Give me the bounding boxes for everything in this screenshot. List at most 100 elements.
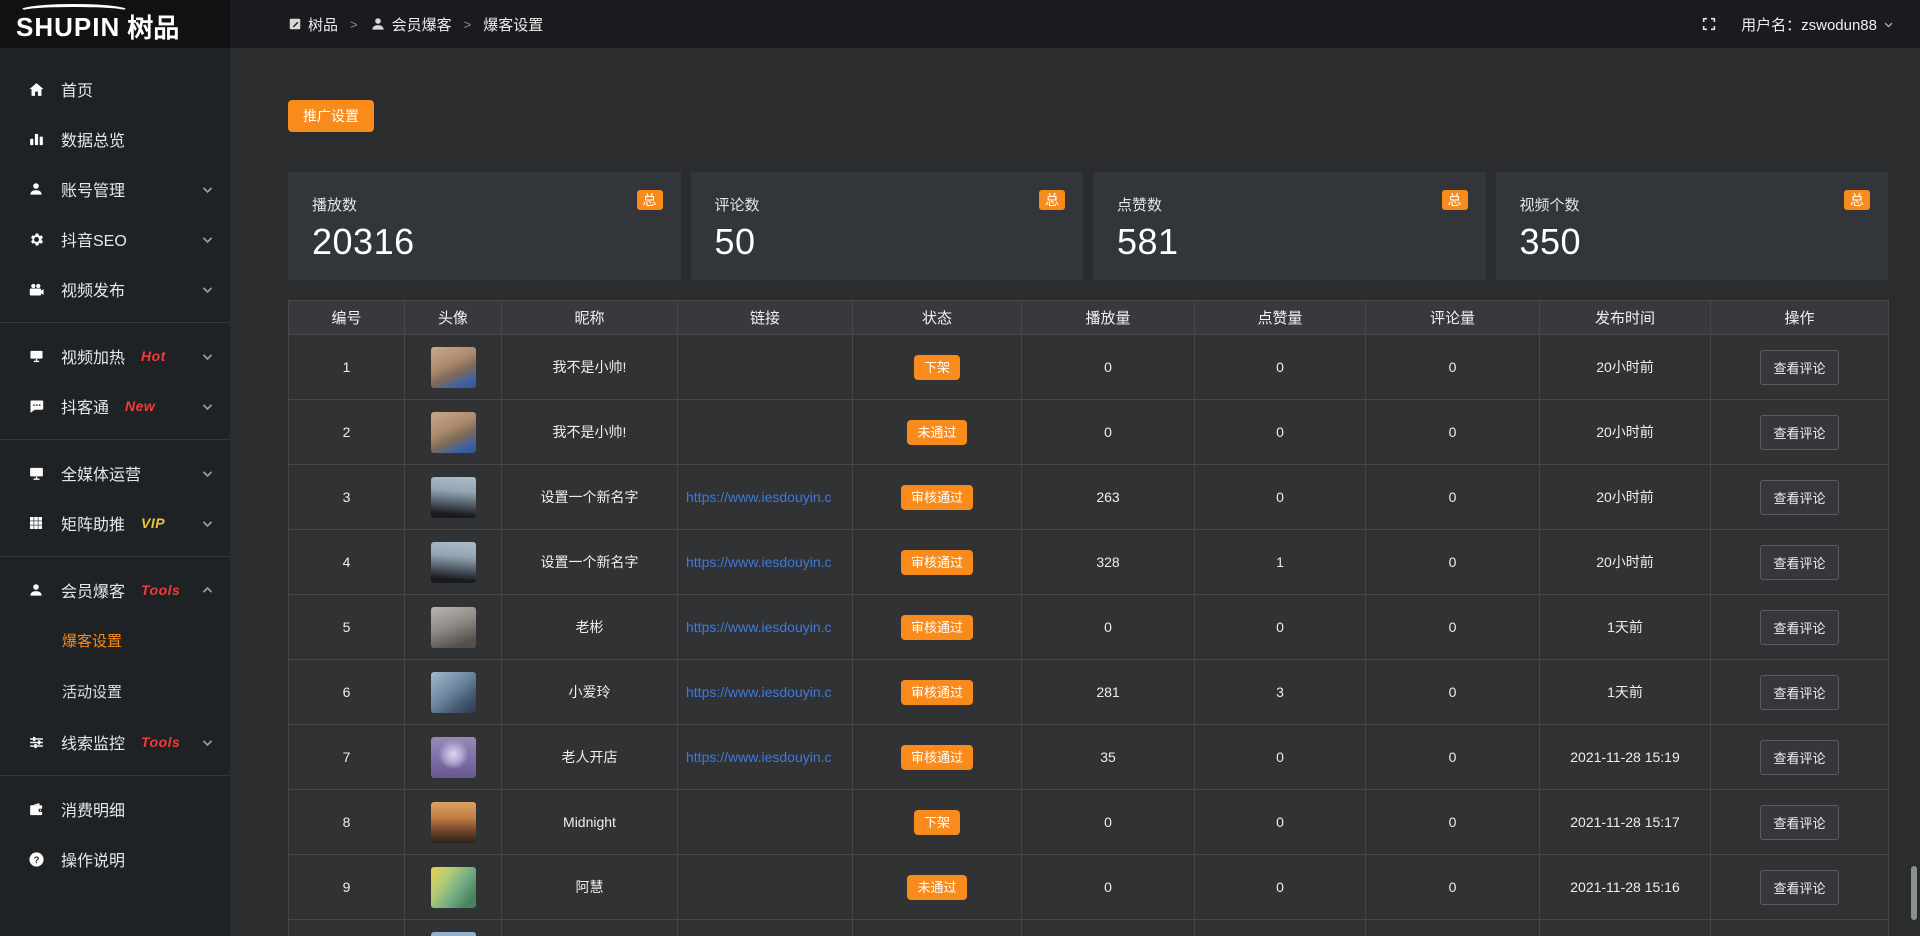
cell-avatar (405, 465, 502, 530)
view-comments-button[interactable]: 查看评论 (1760, 805, 1838, 840)
cell-nickname: 老人开店 (502, 725, 678, 790)
sidebar-item-account-management[interactable]: 账号管理 (0, 164, 230, 214)
sidebar-item-douketong[interactable]: 抖客通New (0, 381, 230, 431)
fullscreen-icon[interactable] (1701, 16, 1717, 32)
sidebar-item-video-heat[interactable]: 视频加热Hot (0, 331, 230, 381)
view-comments-button[interactable]: 查看评论 (1760, 415, 1838, 450)
video-icon (26, 281, 46, 298)
breadcrumb-label: 会员爆客 (392, 14, 452, 35)
cell-plays: 0 (1022, 595, 1195, 660)
cell-status: 审核通过 (853, 465, 1022, 530)
table-row: 1我不是小帅!下架00020小时前查看评论 (289, 335, 1889, 400)
chevron-down-icon (201, 350, 214, 363)
sidebar-item-media-operation[interactable]: 全媒体运营 (0, 448, 230, 498)
view-comments-button[interactable]: 查看评论 (1760, 545, 1838, 580)
cell-nickname: 小爱玲 (502, 660, 678, 725)
sidebar-subitem-label: 爆客设置 (62, 630, 122, 651)
sidebar-subitem-baoke-settings[interactable]: 爆客设置 (0, 615, 230, 666)
cell-comments (1366, 920, 1540, 936)
column-header: 头像 (405, 301, 502, 335)
chevron-down-icon (201, 283, 214, 296)
cell-nickname: Midnight (502, 790, 678, 855)
cell-action: 查看评论 (1711, 335, 1889, 400)
sidebar-item-data-overview[interactable]: 数据总览 (0, 114, 230, 164)
table-row: 5老彬https://www.iesdouyin.c审核通过0001天前查看评论 (289, 595, 1889, 660)
cell-link: https://www.iesdouyin.c (678, 725, 853, 790)
question-icon: ? (26, 851, 46, 868)
sidebar-item-label: 视频发布 (61, 277, 125, 301)
sidebar-item-home[interactable]: 首页 (0, 64, 230, 114)
logo-arc-icon (18, 4, 130, 18)
sidebar-item-label: 首页 (61, 77, 93, 101)
cell-comments: 0 (1366, 530, 1540, 595)
cell-id: 7 (289, 725, 405, 790)
sidebar-item-operation-guide[interactable]: ? 操作说明 (0, 834, 230, 884)
profile-link[interactable]: https://www.iesdouyin.c (686, 554, 832, 570)
table-row (289, 920, 1889, 936)
username-menu[interactable]: 用户名：zswodun88 (1741, 14, 1894, 35)
breadcrumb-item-shupin[interactable]: 树品 (288, 14, 338, 35)
cell-avatar (405, 400, 502, 465)
avatar (431, 802, 476, 843)
cell-plays: 0 (1022, 855, 1195, 920)
cell-status: 审核通过 (853, 660, 1022, 725)
cell-status: 审核通过 (853, 530, 1022, 595)
view-comments-button[interactable]: 查看评论 (1760, 675, 1838, 710)
cell-avatar (405, 725, 502, 790)
status-badge: 审核通过 (901, 745, 973, 770)
sidebar-item-douyin-seo[interactable]: 抖音SEO (0, 214, 230, 264)
cell-id (289, 920, 405, 936)
cell-action: 查看评论 (1711, 790, 1889, 855)
column-header: 操作 (1711, 301, 1889, 335)
avatar (431, 347, 476, 388)
cell-avatar (405, 530, 502, 595)
accounts-table: 编号头像昵称链接状态播放量点赞量评论量发布时间操作 1我不是小帅!下架00020… (288, 300, 1889, 936)
logo[interactable]: SHUPIN 树品 (0, 0, 230, 48)
cell-id: 8 (289, 790, 405, 855)
cell-likes: 0 (1195, 400, 1366, 465)
member-icon (26, 582, 46, 598)
cell-action: 查看评论 (1711, 660, 1889, 725)
cell-nickname: 阿慧 (502, 855, 678, 920)
scrollbar-thumb[interactable] (1911, 866, 1917, 920)
sidebar-item-matrix-boost[interactable]: 矩阵助推VIP (0, 498, 230, 548)
breadcrumb-item-member-baoke[interactable]: 会员爆客 (370, 14, 452, 35)
profile-link[interactable]: https://www.iesdouyin.c (686, 749, 832, 765)
chat-icon (26, 398, 46, 415)
cell-action (1711, 920, 1889, 936)
sidebar-item-member-baoke[interactable]: 会员爆客Tools (0, 565, 230, 615)
cell-avatar (405, 660, 502, 725)
cell-publish-time: 20小时前 (1540, 530, 1711, 595)
promo-settings-button[interactable]: 推广设置 (288, 100, 374, 132)
cell-avatar (405, 595, 502, 660)
status-badge: 审核通过 (901, 680, 973, 705)
avatar (431, 867, 476, 908)
cell-publish-time: 20小时前 (1540, 400, 1711, 465)
user-icon (26, 181, 46, 197)
profile-link[interactable]: https://www.iesdouyin.c (686, 489, 832, 505)
sidebar-subitem-activity-settings[interactable]: 活动设置 (0, 666, 230, 717)
sidebar-item-clue-monitor[interactable]: 线索监控Tools (0, 717, 230, 767)
view-comments-button[interactable]: 查看评论 (1760, 350, 1838, 385)
sidebar-item-label: 操作说明 (61, 847, 125, 871)
view-comments-button[interactable]: 查看评论 (1760, 870, 1838, 905)
profile-link[interactable]: https://www.iesdouyin.c (686, 684, 832, 700)
cell-publish-time: 20小时前 (1540, 465, 1711, 530)
sidebar-item-video-publish[interactable]: 视频发布 (0, 264, 230, 314)
breadcrumb-item-baoke-settings[interactable]: 爆客设置 (483, 14, 543, 35)
cell-link: https://www.iesdouyin.c (678, 465, 853, 530)
view-comments-button[interactable]: 查看评论 (1760, 610, 1838, 645)
view-comments-button[interactable]: 查看评论 (1760, 480, 1838, 515)
profile-link[interactable]: https://www.iesdouyin.c (686, 619, 832, 635)
cell-id: 1 (289, 335, 405, 400)
cell-link: https://www.iesdouyin.c (678, 595, 853, 660)
cell-publish-time (1540, 920, 1711, 936)
view-comments-button[interactable]: 查看评论 (1760, 740, 1838, 775)
cell-nickname: 设置一个新名字 (502, 465, 678, 530)
sidebar-item-consumption-detail[interactable]: 消费明细 (0, 784, 230, 834)
avatar (431, 932, 476, 936)
cell-action: 查看评论 (1711, 725, 1889, 790)
home-icon (26, 81, 46, 98)
stat-label: 点赞数 (1117, 194, 1486, 215)
column-header: 链接 (678, 301, 853, 335)
